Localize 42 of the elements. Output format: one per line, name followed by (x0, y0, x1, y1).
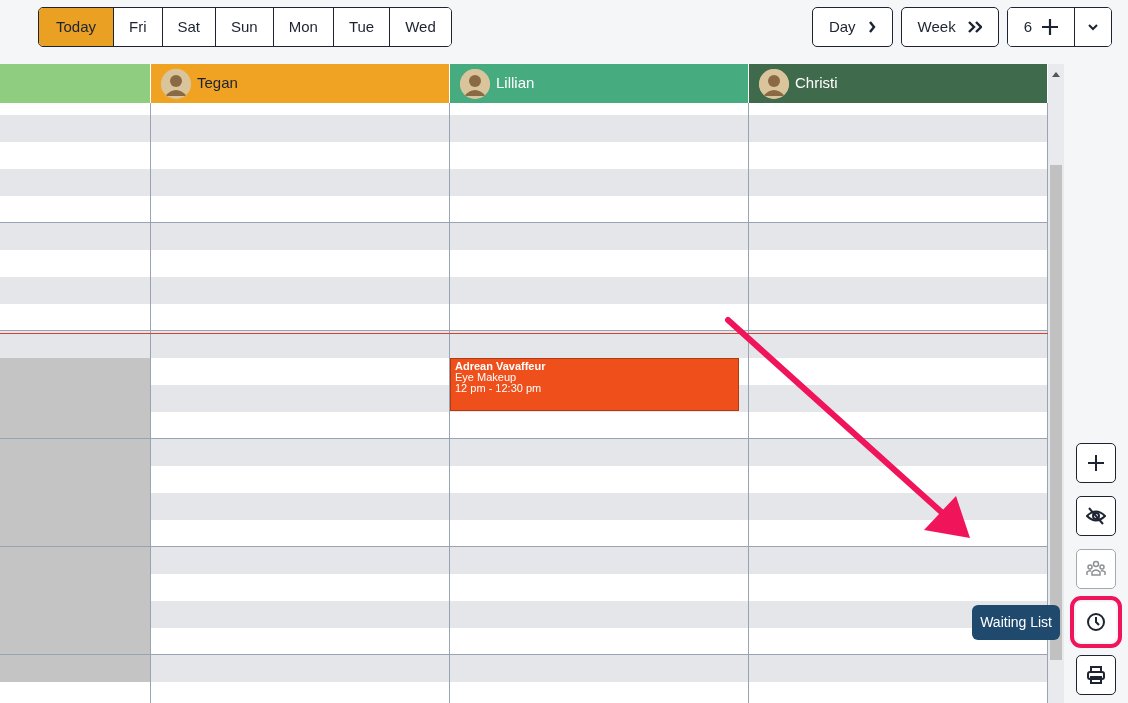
day-tab[interactable]: Fri (113, 8, 162, 46)
avatar (161, 68, 191, 99)
appointment-time: 12 pm - 12:30 pm (455, 383, 543, 394)
tooltip: Waiting List (972, 605, 1060, 640)
double-chevron-icon (967, 21, 982, 33)
avatar (460, 68, 490, 99)
caret-icon (1088, 23, 1098, 31)
view-button[interactable]: Day (811, 7, 893, 47)
staff-name: Christi (795, 73, 838, 94)
staff-name: Tegan (197, 73, 238, 94)
day-tab[interactable]: Wed (389, 8, 451, 46)
client-name: Adrean Vavaffeur (455, 361, 547, 372)
printer-icon (1086, 665, 1106, 685)
plus-button[interactable] (1076, 443, 1116, 483)
time-slot[interactable] (0, 331, 150, 358)
day-tab[interactable]: Sun (215, 8, 273, 46)
scroll-thumb[interactable] (1050, 165, 1062, 660)
appointment-card[interactable]: Adrean Vavaffeur Eye Makeup 12 pm - 12:30 pm (450, 358, 739, 411)
eye-slash-button[interactable] (1076, 496, 1116, 536)
time-slot[interactable] (749, 493, 1047, 520)
time-slot[interactable] (749, 439, 1047, 466)
view-button[interactable]: Week (900, 7, 999, 47)
avatar (759, 68, 789, 99)
chevron-icon (867, 21, 876, 33)
time-slot[interactable] (151, 331, 449, 358)
eye-slash-icon (1086, 506, 1106, 526)
day-tab[interactable]: Today (39, 8, 113, 46)
staff-name: Lillian (496, 73, 535, 94)
service-name: Eye Makeup (455, 372, 517, 383)
day-tab[interactable]: Mon (272, 8, 333, 46)
plus-icon (1042, 19, 1058, 35)
printer-button[interactable] (1076, 655, 1116, 695)
time-slot[interactable] (749, 385, 1047, 412)
clock-icon (1086, 612, 1106, 632)
scroll-up-icon[interactable] (1052, 71, 1060, 77)
people-icon (1086, 559, 1106, 579)
dropdown-button[interactable] (1074, 8, 1111, 46)
time-slot[interactable] (450, 331, 748, 358)
time-slot[interactable] (749, 331, 1047, 358)
day-tab[interactable]: Sat (161, 8, 215, 46)
plus-icon (1086, 453, 1106, 473)
day-tab[interactable]: Tue (332, 8, 390, 46)
